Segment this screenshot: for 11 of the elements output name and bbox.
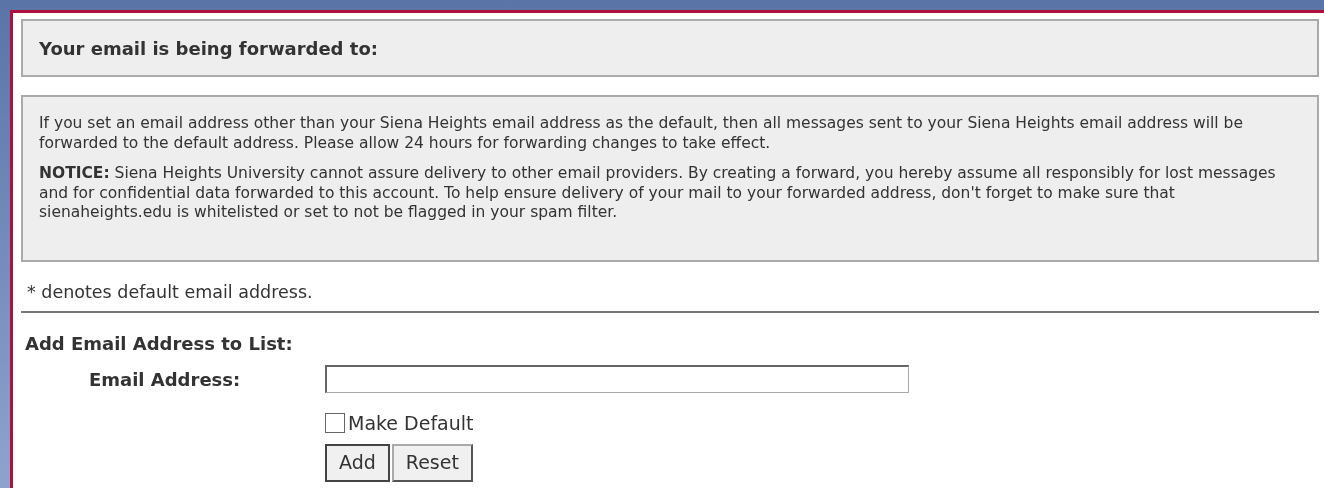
form-button[interactable]: Add xyxy=(325,443,390,482)
make-default-label: Make Default xyxy=(348,411,474,436)
add-form-heading: Add Email Address to List: xyxy=(25,333,294,355)
make-default-checkbox[interactable] xyxy=(325,413,345,434)
forwarding-label: Your email is being forwarded to: xyxy=(39,36,378,61)
email-label: Email Address: xyxy=(89,367,242,392)
default-note: * denotes default email address. xyxy=(27,282,314,302)
info-paragraph: NOTICE: Siena Heights University cannot assure delivery to other email providers. By creating a forward, you hereby assume all responsibly for lost messages and for confidential data forwarded to this account. To help ensure delivery of your mail to your forwarded address, don't forget to make sure that sienaheights.edu is whitelisted or set to not be flagged in your spam filter. xyxy=(39,164,1277,223)
form-button[interactable]: Reset xyxy=(391,443,473,482)
info-paragraph: If you set an email address other than your Siena Heights email address as the default, then all messages sent to your Siena Heights email address will be forwarded to the default address. Please allow 24 hours for forwarding changes to take effect. xyxy=(39,114,1244,153)
email-input-field[interactable] xyxy=(325,365,909,393)
